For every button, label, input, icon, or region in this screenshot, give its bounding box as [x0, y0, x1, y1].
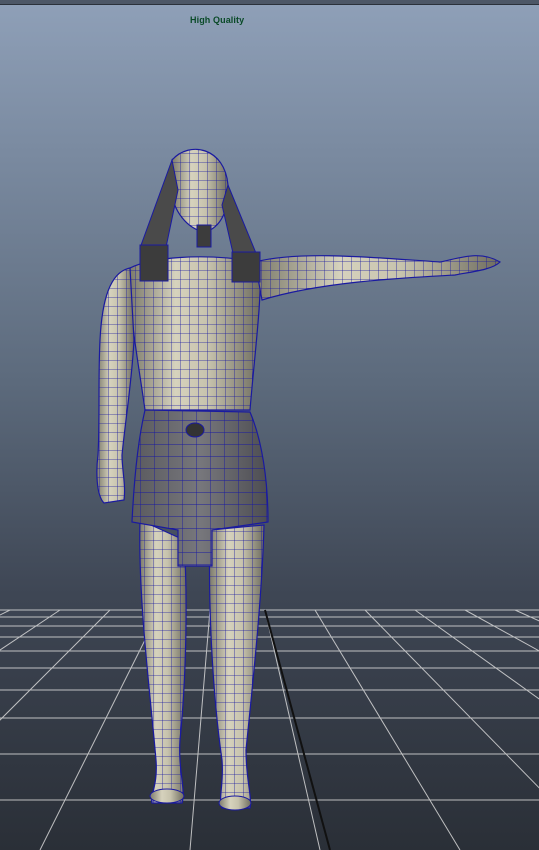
maya-viewport[interactable]: High Quality — [0, 0, 539, 850]
ground-grid — [0, 609, 539, 850]
render-quality-label: High Quality — [190, 15, 245, 25]
head — [171, 148, 229, 233]
right-arm — [254, 255, 501, 301]
viewport-scene[interactable] — [0, 0, 539, 850]
character-mesh[interactable] — [96, 148, 501, 811]
grid-center-line — [264, 609, 331, 850]
left-arm — [96, 267, 135, 504]
